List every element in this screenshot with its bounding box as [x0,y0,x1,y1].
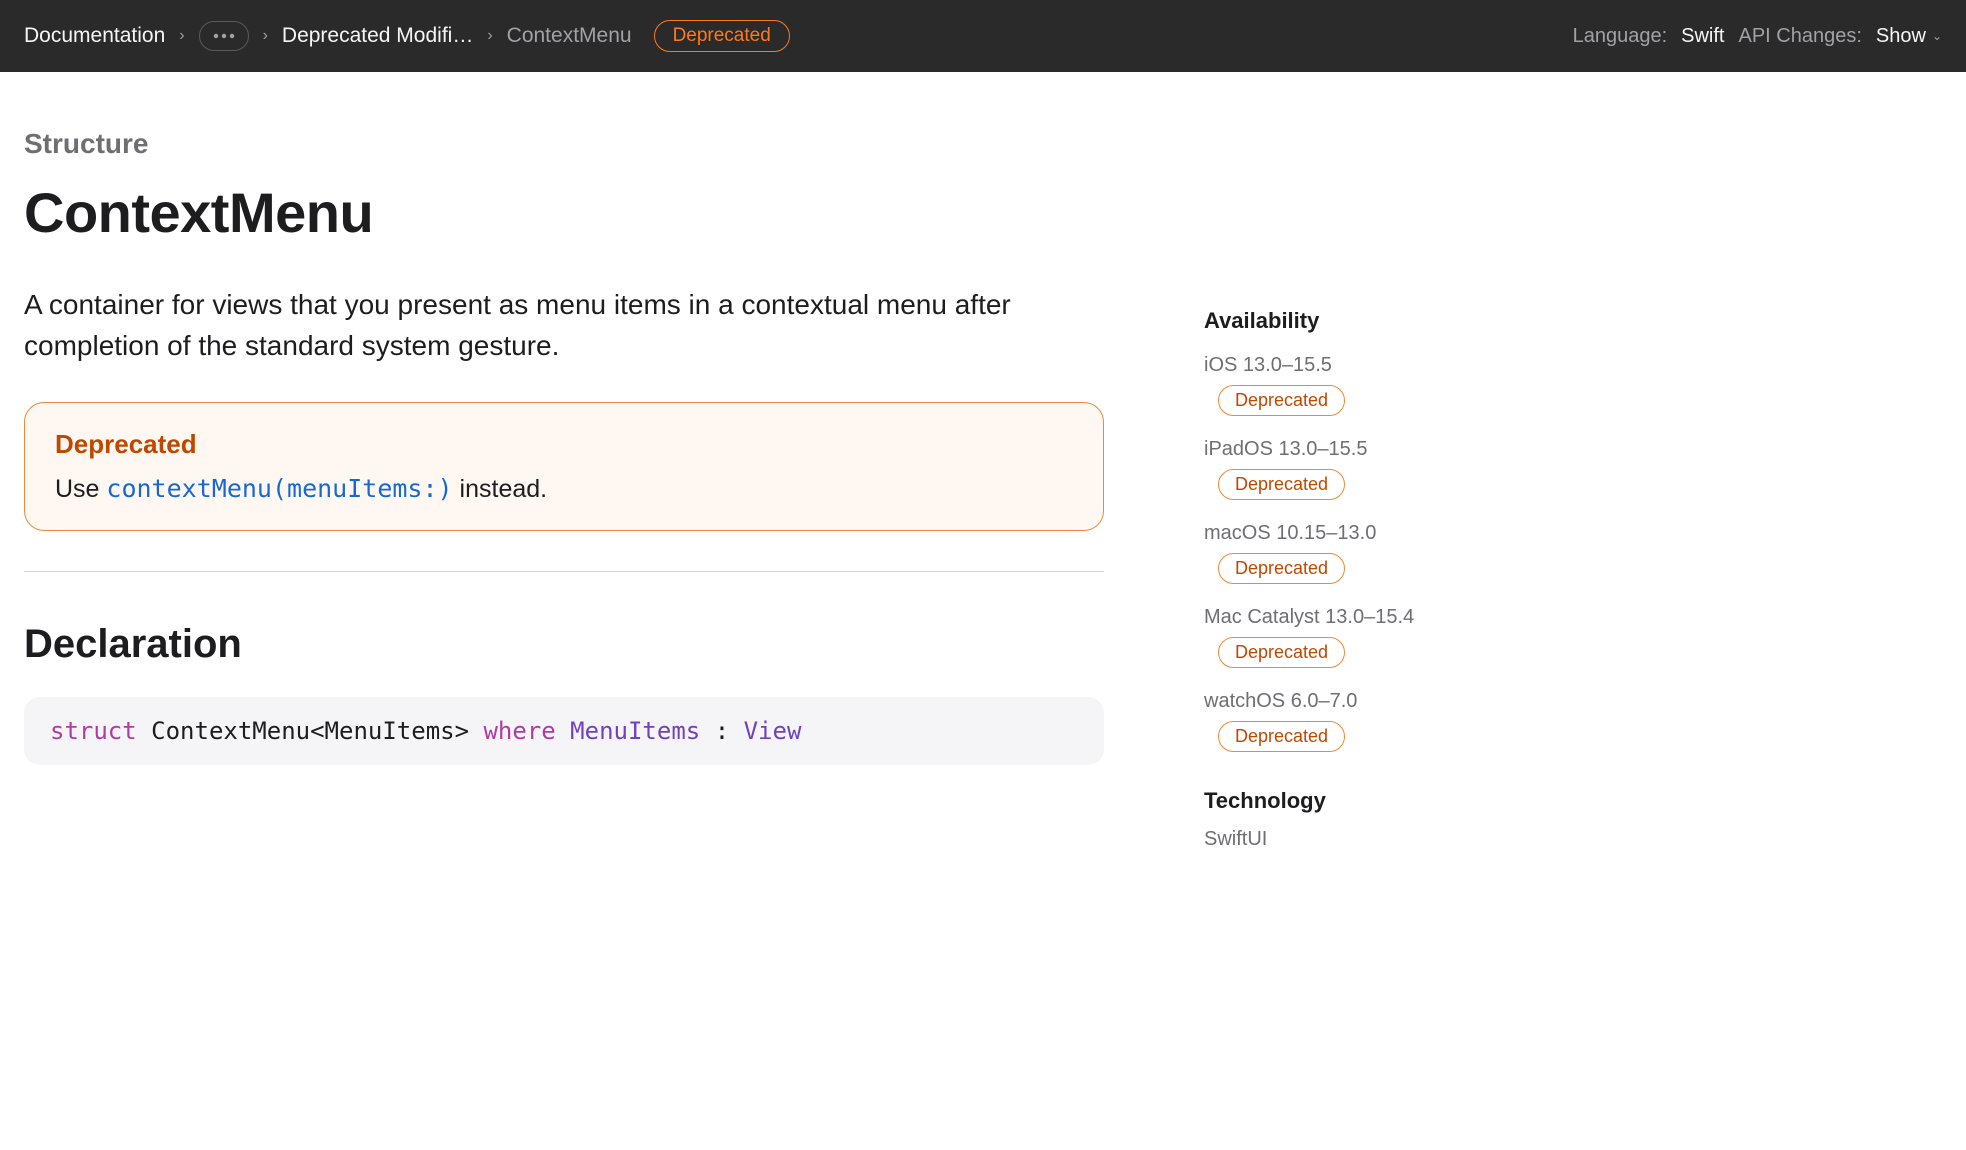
section-divider [24,571,1104,572]
code-keyword: struct [50,717,137,745]
callout-text: Use contextMenu(menuItems:) instead. [55,474,1073,504]
chevron-right-icon: › [179,27,184,45]
deprecated-badge: Deprecated [654,20,790,52]
language-value[interactable]: Swift [1681,25,1724,48]
chevron-down-icon: ⌄ [1932,29,1942,43]
page-title: ContextMenu [24,180,1124,245]
topbar-right: Language: Swift API Changes: Show ⌄ [1573,25,1942,48]
availability-platform: macOS 10.15–13.0 [1204,522,1544,545]
callout-prefix: Use [55,475,106,503]
availability-item: iOS 13.0–15.5 Deprecated [1204,354,1544,416]
availability-platform: watchOS 6.0–7.0 [1204,690,1544,713]
deprecated-badge: Deprecated [1218,637,1345,668]
callout-suffix: instead. [453,475,548,503]
availability-item: Mac Catalyst 13.0–15.4 Deprecated [1204,606,1544,668]
api-changes-toggle[interactable]: Show ⌄ [1876,25,1942,48]
declaration-heading: Declaration [24,622,1124,667]
breadcrumb-current: ContextMenu [507,24,632,48]
deprecated-badge: Deprecated [1218,469,1345,500]
availability-platform: iPadOS 13.0–15.5 [1204,438,1544,461]
main-content: Structure ContextMenu A container for vi… [24,128,1124,765]
availability-heading: Availability [1204,308,1544,334]
chevron-right-icon: › [487,27,492,45]
availability-item: iPadOS 13.0–15.5 Deprecated [1204,438,1544,500]
code-keyword: where [483,717,555,745]
callout-code-link[interactable]: contextMenu(menuItems:) [106,474,452,503]
code-colon: : [715,717,744,745]
availability-platform: Mac Catalyst 13.0–15.4 [1204,606,1544,629]
callout-title: Deprecated [55,429,1073,460]
language-label: Language: [1573,25,1668,48]
code-name: ContextMenu<MenuItems> [137,717,484,745]
breadcrumb-parent[interactable]: Deprecated Modifi… [282,24,473,48]
breadcrumb-root[interactable]: Documentation [24,24,165,48]
code-generic: MenuItems [556,717,715,745]
breadcrumb: Documentation › › Deprecated Modifi… › C… [24,20,790,52]
deprecated-badge: Deprecated [1218,553,1345,584]
api-changes-label: API Changes: [1738,25,1861,48]
availability-platform: iOS 13.0–15.5 [1204,354,1544,377]
availability-item: macOS 10.15–13.0 Deprecated [1204,522,1544,584]
top-navigation-bar: Documentation › › Deprecated Modifi… › C… [0,0,1966,72]
deprecated-badge: Deprecated [1218,721,1345,752]
sidebar: Availability iOS 13.0–15.5 Deprecated iP… [1204,128,1544,851]
chevron-right-icon: › [263,27,268,45]
deprecation-callout: Deprecated Use contextMenu(menuItems:) i… [24,402,1104,531]
technology-heading: Technology [1204,788,1544,814]
availability-item: watchOS 6.0–7.0 Deprecated [1204,690,1544,752]
technology-value[interactable]: SwiftUI [1204,828,1544,851]
eyebrow-kind: Structure [24,128,1124,160]
declaration-code: struct ContextMenu<MenuItems> where Menu… [24,697,1104,765]
code-protocol: View [744,717,802,745]
breadcrumb-overflow-button[interactable] [199,21,249,51]
api-changes-value: Show [1876,25,1926,48]
deprecated-badge: Deprecated [1218,385,1345,416]
abstract: A container for views that you present a… [24,285,1084,366]
